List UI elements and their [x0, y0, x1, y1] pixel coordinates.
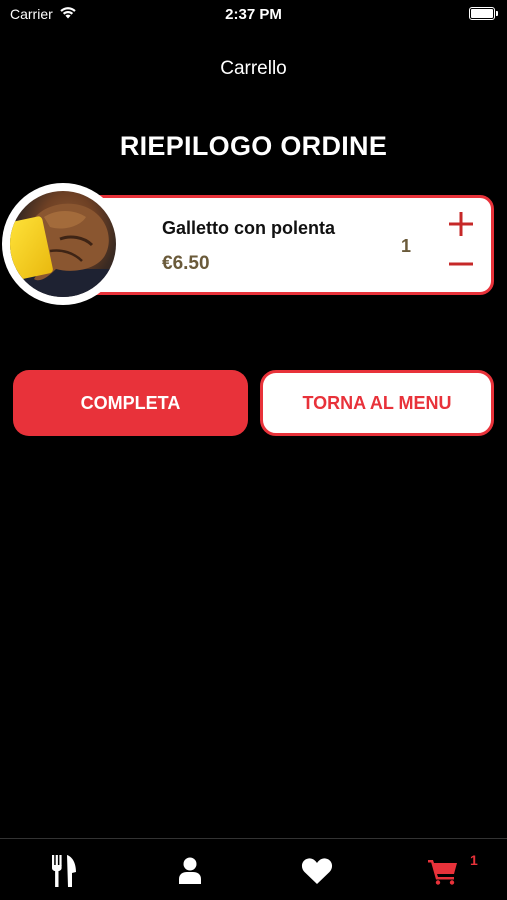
minus-icon: [449, 262, 473, 266]
complete-button[interactable]: COMPLETA: [13, 370, 248, 436]
tab-cart[interactable]: [423, 853, 463, 889]
item-quantity: 1: [401, 236, 412, 256]
user-icon: [179, 857, 201, 884]
tab-menu[interactable]: [44, 853, 84, 889]
item-price: €6.50: [162, 253, 210, 274]
battery-icon: [469, 7, 498, 20]
cart-screen: Carrier 2:37 PM Carrello RIEPILOGO ORDIN…: [0, 0, 507, 900]
nav-title: Carrello: [220, 58, 287, 79]
item-name: Galletto con polenta: [162, 218, 336, 238]
tab-bar: [0, 838, 507, 900]
increase-quantity-button[interactable]: [447, 210, 475, 238]
item-photo: [2, 183, 124, 305]
complete-button-label: COMPLETA: [80, 392, 181, 413]
tab-profile[interactable]: [170, 853, 210, 889]
tab-favorites[interactable]: [297, 853, 337, 889]
back-to-menu-button-label: TORNA AL MENU: [302, 392, 452, 413]
plus-icon: [449, 212, 473, 236]
heart-icon: [301, 858, 333, 884]
status-bar: Carrier 2:37 PM: [0, 0, 507, 30]
back-to-menu-button[interactable]: TORNA AL MENU: [260, 370, 494, 436]
cart-count-badge: 1: [470, 852, 478, 868]
status-time: 2:37 PM: [225, 6, 282, 23]
galletto-photo-icon: [10, 191, 116, 297]
cart-icon: [428, 860, 457, 885]
order-summary-title: RIEPILOGO ORDINE: [119, 131, 388, 161]
decrease-quantity-button[interactable]: [447, 250, 475, 278]
fork-knife-icon: [52, 855, 76, 887]
